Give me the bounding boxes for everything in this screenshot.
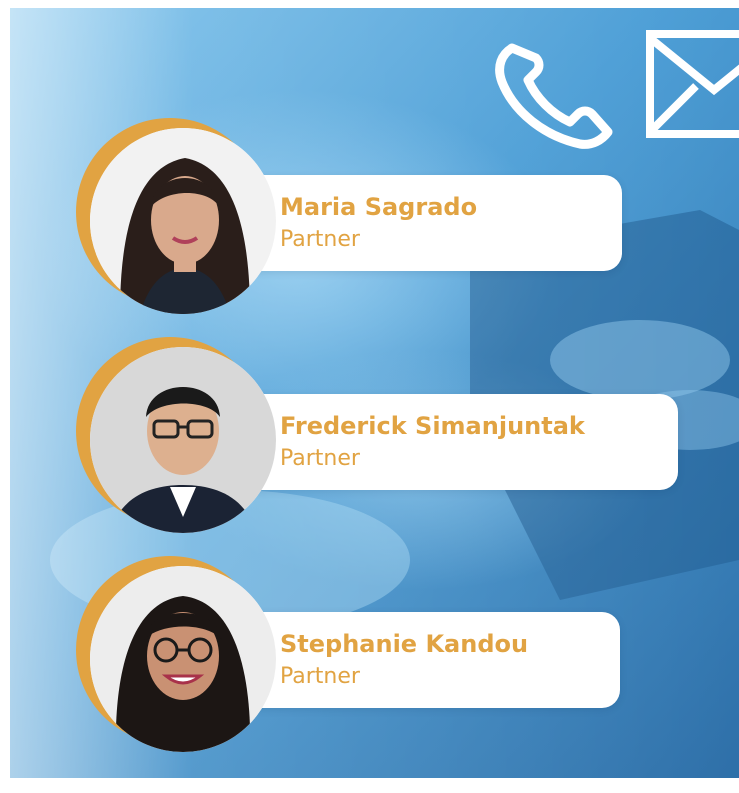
person-avatar-2 xyxy=(76,337,276,537)
avatar xyxy=(90,347,276,533)
avatar xyxy=(90,566,276,752)
person-avatar-3 xyxy=(76,556,276,756)
envelope-icon xyxy=(646,30,739,138)
partners-graphic: Maria Sagrado Partner Frederick Simanjun… xyxy=(0,0,739,793)
person-name: Frederick Simanjuntak xyxy=(280,412,585,440)
avatar xyxy=(90,128,276,314)
person-role: Partner xyxy=(280,446,360,471)
person-name: Maria Sagrado xyxy=(280,193,478,221)
phone-icon xyxy=(495,43,613,149)
person-name: Stephanie Kandou xyxy=(280,630,529,658)
person-card-3: Stephanie Kandou Partner xyxy=(240,612,620,708)
person-card-2: Frederick Simanjuntak Partner xyxy=(240,394,678,490)
person-card-1: Maria Sagrado Partner xyxy=(240,175,622,271)
person-role: Partner xyxy=(280,664,360,689)
person-role: Partner xyxy=(280,227,360,252)
person-avatar-1 xyxy=(76,118,276,318)
